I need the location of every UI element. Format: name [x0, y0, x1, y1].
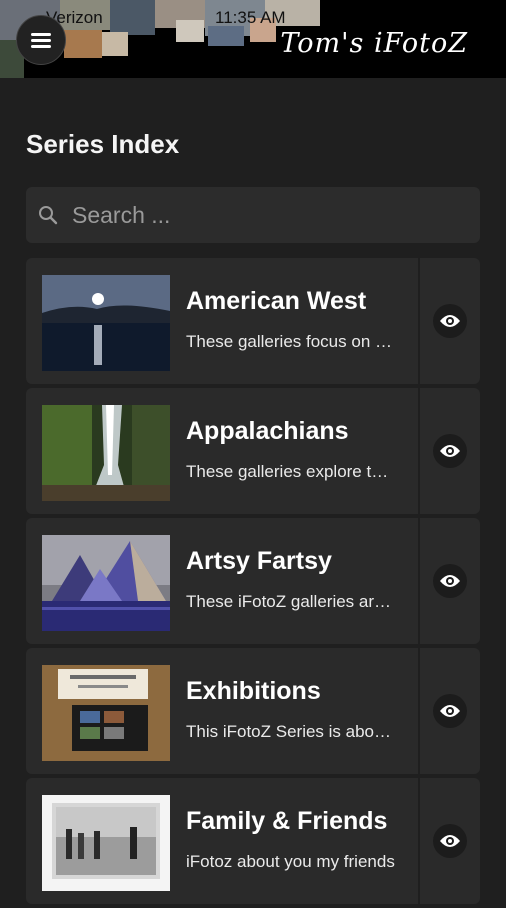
series-thumbnail — [42, 665, 170, 761]
eye-icon — [440, 445, 460, 457]
series-item-artsy-fartsy[interactable]: Artsy Fartsy These iFotoZ galleries are … — [26, 518, 480, 644]
eye-icon — [440, 575, 460, 587]
series-title: Appalachians — [186, 417, 349, 445]
series-description: These galleries focus on the American We… — [186, 332, 396, 351]
search-icon — [26, 205, 70, 225]
view-button[interactable] — [433, 694, 467, 728]
series-thumbnail — [42, 275, 170, 371]
series-item-exhibitions[interactable]: Exhibitions This iFotoZ Series is about … — [26, 648, 480, 774]
app-brand: Tom's iFotoZ — [280, 28, 468, 59]
series-item-appalachians[interactable]: Appalachians These galleries explore the… — [26, 388, 480, 514]
search-bar[interactable] — [26, 187, 480, 243]
menu-button[interactable] — [16, 15, 66, 65]
view-button[interactable] — [433, 824, 467, 858]
series-item-american-west[interactable]: American West These galleries focus on t… — [26, 258, 480, 384]
view-button[interactable] — [433, 564, 467, 598]
series-title: Exhibitions — [186, 677, 321, 705]
series-thumbnail — [42, 405, 170, 501]
series-title: American West — [186, 287, 367, 315]
eye-icon — [440, 315, 460, 327]
app-header: Verizon 11:35 AM Tom's iFotoZ — [0, 0, 506, 78]
view-button[interactable] — [433, 434, 467, 468]
series-description: iFotoz about you my friends — [186, 852, 395, 871]
series-description: These iFotoZ galleries are artsy — [186, 592, 396, 611]
series-title: Family & Friends — [186, 807, 388, 835]
eye-icon — [440, 835, 460, 847]
eye-icon — [440, 705, 460, 717]
series-description: This iFotoZ Series is about exhibitions — [186, 722, 396, 741]
view-button[interactable] — [433, 304, 467, 338]
menu-icon — [31, 30, 51, 51]
series-item-family-friends[interactable]: Family & Friends iFotoz about you my fri… — [26, 778, 480, 904]
series-title: Artsy Fartsy — [186, 547, 332, 575]
search-input[interactable] — [70, 200, 480, 230]
series-thumbnail — [42, 535, 170, 631]
series-thumbnail — [42, 795, 170, 891]
status-time: 11:35 AM — [215, 8, 286, 27]
page-title: Series Index — [26, 129, 180, 159]
series-description: These galleries explore the Appalachians — [186, 462, 396, 481]
series-list: American West These galleries focus on t… — [26, 258, 480, 908]
